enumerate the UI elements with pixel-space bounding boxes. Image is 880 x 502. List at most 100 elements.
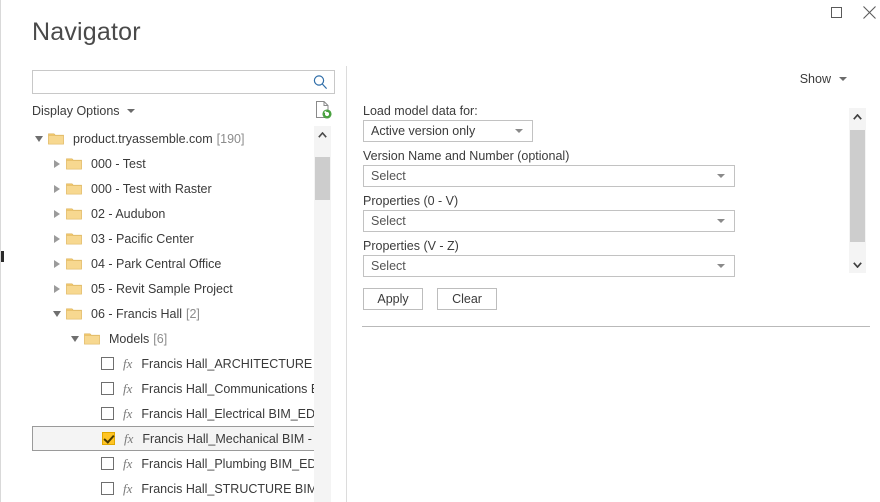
refresh-document-icon[interactable] [314, 100, 332, 119]
tree-item-row[interactable]: fx Francis Hall_Electrical BIM_EDDIE [32, 401, 316, 426]
tree-node-label: Francis Hall_Plumbing BIM_EDDIE [141, 456, 316, 471]
triangle-glyph [54, 234, 60, 243]
tree-item-row[interactable]: fx Francis Hall_Plumbing BIM_EDDIE [32, 451, 316, 476]
checkbox-unchecked[interactable] [101, 382, 114, 395]
tree-folder-row[interactable]: product.tryassemble.com [190] [32, 126, 316, 151]
restore-icon [830, 6, 842, 18]
triangle-glyph [54, 284, 60, 293]
folder-icon [66, 233, 82, 245]
tree-folder-row[interactable]: 04 - Park Central Office [32, 251, 316, 276]
chevron-down-icon [717, 219, 725, 223]
collapse-triangle-icon[interactable] [32, 135, 46, 142]
load-model-data-select[interactable]: Active version only [363, 120, 533, 142]
window-edge-artifact [1, 251, 4, 262]
folder-icon [66, 208, 82, 220]
fx-icon: fx [123, 405, 133, 421]
tree-scrollbar[interactable] [314, 126, 331, 502]
fx-icon: fx [123, 455, 133, 471]
tree-node-label: 02 - Audubon [91, 206, 166, 221]
navigator-window: Navigator Display Options product.tryass… [0, 0, 880, 502]
expand-triangle-icon[interactable] [50, 184, 64, 193]
tree-node-label: Francis Hall_STRUCTURE BIM_ EDDIE [141, 481, 316, 496]
checkbox-unchecked[interactable] [101, 357, 114, 370]
apply-button[interactable]: Apply [363, 288, 423, 310]
chevron-down-icon [839, 77, 847, 81]
navigation-tree[interactable]: product.tryassemble.com [190] 000 - Test 00… [32, 126, 316, 502]
clear-button[interactable]: Clear [437, 288, 497, 310]
expand-triangle-icon[interactable] [50, 284, 64, 293]
folder-icon [48, 133, 64, 145]
expand-triangle-icon[interactable] [50, 209, 64, 218]
show-dropdown[interactable]: Show [800, 72, 847, 86]
tree-node-label: Francis Hall_Mechanical BIM - SCHE... [142, 431, 316, 446]
folder-icon [66, 308, 82, 320]
tree-node-label: 05 - Revit Sample Project [91, 281, 233, 296]
folder-icon [66, 283, 82, 295]
right-scroll-thumb[interactable] [850, 130, 865, 242]
properties-0-v-value: Select [371, 214, 406, 228]
tree-folder-row[interactable]: 000 - Test with Raster [32, 176, 316, 201]
search-input[interactable] [39, 74, 309, 91]
checkbox-checked[interactable] [102, 432, 115, 445]
tree-folder-row[interactable]: 05 - Revit Sample Project [32, 276, 316, 301]
expand-triangle-icon[interactable] [50, 159, 64, 168]
chevron-down-icon [717, 174, 725, 178]
expand-triangle-icon[interactable] [50, 259, 64, 268]
tree-item-row[interactable]: fx Francis Hall_Communications BIM_E... [32, 376, 316, 401]
properties-v-z-label: Properties (V - Z) [363, 239, 459, 253]
tree-node-label: Francis Hall_Communications BIM_E... [141, 381, 316, 396]
tree-scroll-thumb[interactable] [315, 157, 330, 200]
triangle-glyph [71, 335, 79, 342]
triangle-glyph [54, 259, 60, 268]
tree-folder-row[interactable]: 02 - Audubon [32, 201, 316, 226]
restore-button[interactable] [821, 0, 851, 24]
tree-item-row[interactable]: fx Francis Hall_Mechanical BIM - SCHE... [32, 426, 316, 451]
triangle-glyph [54, 159, 60, 168]
triangle-glyph [54, 209, 60, 218]
tree-node-label: 000 - Test with Raster [91, 181, 212, 196]
checkbox-unchecked[interactable] [101, 482, 114, 495]
folder-icon [66, 183, 82, 195]
triangle-glyph [54, 184, 60, 193]
properties-0-v-label: Properties (0 - V) [363, 194, 459, 208]
load-model-data-value: Active version only [371, 124, 476, 138]
tree-folder-row[interactable]: 000 - Test [32, 151, 316, 176]
close-button[interactable] [854, 0, 880, 24]
section-divider [362, 326, 870, 327]
triangle-glyph [35, 135, 43, 142]
folder-icon [66, 158, 82, 170]
tree-item-row[interactable]: fx Francis Hall_ARCHITECTURE BIM_20... [32, 351, 316, 376]
expand-triangle-icon[interactable] [50, 234, 64, 243]
tree-folder-row[interactable]: 03 - Pacific Center [32, 226, 316, 251]
tree-node-label: Francis Hall_ARCHITECTURE BIM_20... [141, 356, 316, 371]
close-icon [862, 5, 876, 19]
chevron-down-icon [853, 261, 862, 268]
tree-node-label: product.tryassemble.com [73, 131, 213, 146]
right-scroll-up-button[interactable] [849, 108, 866, 125]
tree-scroll-up-button[interactable] [314, 126, 331, 143]
show-label: Show [799, 72, 831, 86]
pane-divider [346, 66, 347, 502]
checkbox-unchecked[interactable] [101, 457, 114, 470]
collapse-triangle-icon[interactable] [68, 335, 82, 342]
search-box[interactable] [32, 70, 335, 94]
properties-0-v-select[interactable]: Select [363, 210, 735, 232]
tree-node-count: [6] [153, 331, 168, 346]
version-name-number-value: Select [371, 169, 406, 183]
tree-folder-row[interactable]: 06 - Francis Hall [2] [32, 301, 316, 326]
folder-icon [66, 258, 82, 270]
tree-node-label: 000 - Test [91, 156, 146, 171]
display-options-dropdown[interactable]: Display Options [32, 102, 135, 119]
search-icon[interactable] [312, 74, 329, 91]
collapse-triangle-icon[interactable] [50, 310, 64, 317]
properties-v-z-select[interactable]: Select [363, 255, 735, 277]
checkbox-unchecked[interactable] [101, 407, 114, 420]
right-pane-scrollbar[interactable] [849, 108, 866, 273]
tree-folder-row[interactable]: Models [6] [32, 326, 316, 351]
page-title: Navigator [32, 18, 141, 46]
tree-node-label: Models [109, 331, 150, 346]
tree-item-row[interactable]: fx Francis Hall_STRUCTURE BIM_ EDDIE [32, 476, 316, 501]
version-name-number-select[interactable]: Select [363, 165, 735, 187]
tree-node-label: 04 - Park Central Office [91, 256, 222, 271]
right-scroll-down-button[interactable] [849, 256, 866, 273]
